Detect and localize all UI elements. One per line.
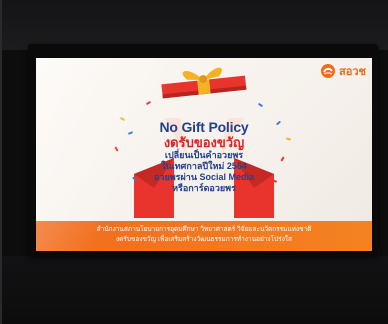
wall-background — [0, 0, 388, 50]
floor-background — [0, 256, 388, 324]
announcement: No Gift Policy งดรับของขวัญ เปลี่ยนเป็นค… — [136, 120, 272, 194]
photo-edge-left — [0, 0, 2, 324]
announcement-line: หรือการ์ดอวยพร — [172, 183, 236, 193]
announcement-line: ในเทศกาลปีใหม่ 2564 — [161, 161, 247, 171]
logo-mark-icon — [321, 64, 336, 78]
announcement-title: No Gift Policy — [159, 119, 249, 135]
announcement-line: อวยพรผ่าน Social Media — [154, 172, 254, 182]
brand-name: สอวช — [339, 66, 366, 78]
footer-line: สำนักงานสภานโยบายการอุดมศึกษา วิทยาศาสตร… — [96, 226, 312, 233]
announcement-subtitle: งดรับของขวัญ — [163, 135, 245, 150]
brand-logo: สอวช — [320, 63, 366, 79]
footer-line: งดรับของขวัญ เพื่อเสริมสร้างวัฒนธรรมการท… — [115, 236, 293, 243]
tv-screen: No Gift Policy งดรับของขวัญ เปลี่ยนเป็นค… — [36, 58, 372, 251]
announcement-line: เปลี่ยนเป็นคำอวยพร — [164, 150, 244, 160]
footer-banner: สำนักงานสภานโยบายการอุดมศึกษา วิทยาศาสตร… — [36, 221, 372, 251]
